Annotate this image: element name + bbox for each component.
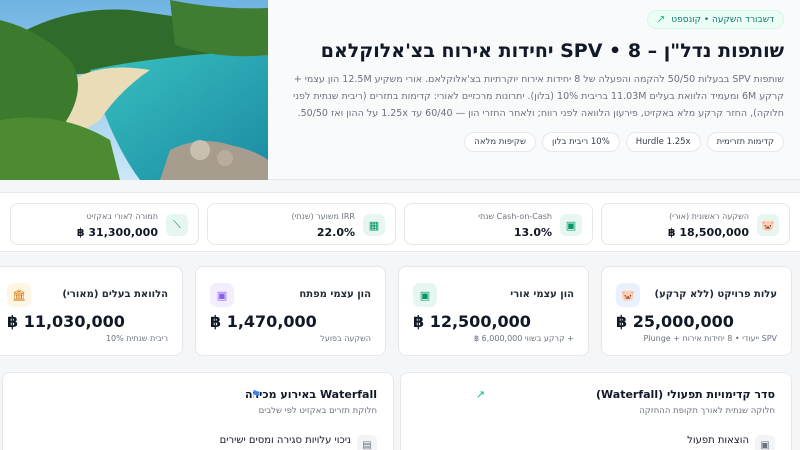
- metric-cash-on-cash: ▣ Cash-on-Cash שנתי 13.0%: [404, 203, 593, 245]
- card-ori-equity: ▣ הון עצמי אורי ฿ 12,500,000 + קרקע בשוו…: [398, 266, 589, 356]
- trending-up-icon: ↗: [656, 14, 666, 25]
- concept-tag: דשבורד השקעה • קונספט ↗: [646, 10, 784, 29]
- card-label: עלות פרויקט (ללא קרקע): [654, 289, 777, 300]
- wallet-icon: ▣: [413, 283, 437, 307]
- metric-initial-investment: 🐷 השקעה ראשונית (אורי) 18,500,000 ฿: [601, 203, 790, 245]
- card-sub: + קרקע בשווי 6,000,000 ฿: [473, 334, 574, 343]
- metric-value: 18,500,000 ฿: [667, 226, 749, 239]
- tag-label: דשבורד השקעה • קונספט: [671, 14, 774, 25]
- card-sub: ריבית שנתית 10%: [105, 334, 168, 343]
- metric-value: 31,300,000 ฿: [76, 226, 158, 239]
- trend-chart-icon: ⟋: [166, 214, 188, 236]
- metric-exit-return: ⟋ תמורה לאורי באקזיט 31,300,000 ฿: [10, 203, 199, 245]
- card-owner-loan: 🏛 הלוואת בעלים (מאורי) ฿ 11,030,000 ריבי…: [0, 266, 183, 356]
- card-value: ฿ 25,000,000: [616, 312, 734, 331]
- panel-exit-waterfall: Waterfall באירוע מכירה ⚑ חלוקת תזרים באק…: [2, 372, 394, 450]
- kpi-row: 🐷 השקעה ראשונית (אורי) 18,500,000 ฿ ▣ Ca…: [0, 192, 800, 252]
- metric-label: Cash-on-Cash שנתי: [478, 212, 552, 221]
- piggy-bank-icon: 🐷: [616, 283, 640, 307]
- piggy-bank-icon: 🐷: [757, 214, 779, 236]
- chip-priority: קדימות תזרימית: [706, 132, 784, 152]
- wallet-icon: ▣: [755, 435, 775, 450]
- page-description: שותפות SPV בבעלות 50/50 להקמה והפעלה של …: [293, 74, 784, 119]
- card-project-cost: 🐷 עלות פרויקט (ללא קרקע) ฿ 25,000,000 SP…: [601, 266, 792, 356]
- wallet-icon: ▣: [210, 283, 234, 307]
- panel-title: Waterfall באירוע מכירה: [244, 388, 377, 401]
- bank-icon: 🏛: [7, 283, 31, 307]
- metric-label: IRR משוער (שנתי): [291, 212, 355, 221]
- chip-balloon-interest: 10% ריבית בלון: [541, 132, 620, 152]
- chip-hurdle: Hurdle 1.25x: [625, 132, 701, 152]
- card-sub: SPV ייעודי • 8 יחידות אירוח + Plunge: [643, 334, 777, 343]
- waterfall-row-label: ניכוי עלויות סגירה ומסים ישירים: [219, 435, 351, 446]
- flag-icon: ⚑: [251, 388, 261, 401]
- wallet-icon: ▣: [560, 214, 582, 236]
- feature-chips: קדימות תזרימית Hurdle 1.25x 10% ריבית בל…: [284, 132, 784, 152]
- panel-operational-waterfall: סדר קדימויות תפעולי (Waterfall) ↗ חלוקה …: [400, 372, 792, 450]
- beach-photo: [0, 0, 268, 180]
- page-title: שותפות נדל"ן – SPV • 8 יחידות אירוח בצ'א…: [320, 40, 784, 62]
- panel-subtitle: חלוקת תזרים באקזיט לפי שלבים: [258, 406, 377, 416]
- metric-label: השקעה ראשונית (אורי): [669, 212, 749, 221]
- receipt-icon: ▤: [357, 435, 377, 450]
- chip-transparency: שקיפות מלאה: [464, 132, 536, 152]
- card-label: הלוואת בעלים (מאורי): [62, 289, 168, 300]
- hero-text: דשבורד השקעה • קונספט ↗ שותפות נדל"ן – S…: [284, 10, 784, 152]
- panel-title: סדר קדימויות תפעולי (Waterfall): [596, 388, 775, 401]
- hero-section: דשבורד השקעה • קונספט ↗ שותפות נדל"ן – S…: [0, 0, 800, 180]
- card-developer-equity: ▣ הון עצמי מפתח ฿ 1,470,000 השקעה בפועל: [195, 266, 386, 356]
- trending-up-icon: ↗: [475, 388, 485, 401]
- card-value: ฿ 12,500,000: [413, 312, 531, 331]
- card-value: ฿ 1,470,000: [210, 312, 317, 331]
- card-sub: השקעה בפועל: [320, 334, 371, 343]
- card-value: ฿ 11,030,000: [7, 312, 125, 331]
- card-label: הון עצמי אורי: [510, 289, 574, 300]
- metric-value: 13.0%: [513, 226, 552, 239]
- waterfall-row-label: הוצאות תפעול: [687, 435, 749, 446]
- card-label: הון עצמי מפתח: [299, 289, 371, 300]
- panel-subtitle: חלוקה שנתית לאורך תקופת ההחזקה: [639, 406, 775, 416]
- calculator-icon: ▦: [363, 214, 385, 236]
- metric-label: תמורה לאורי באקזיט: [86, 212, 158, 221]
- metric-irr: ▦ IRR משוער (שנתי) 22.0%: [207, 203, 396, 245]
- metric-value: 22.0%: [316, 226, 355, 239]
